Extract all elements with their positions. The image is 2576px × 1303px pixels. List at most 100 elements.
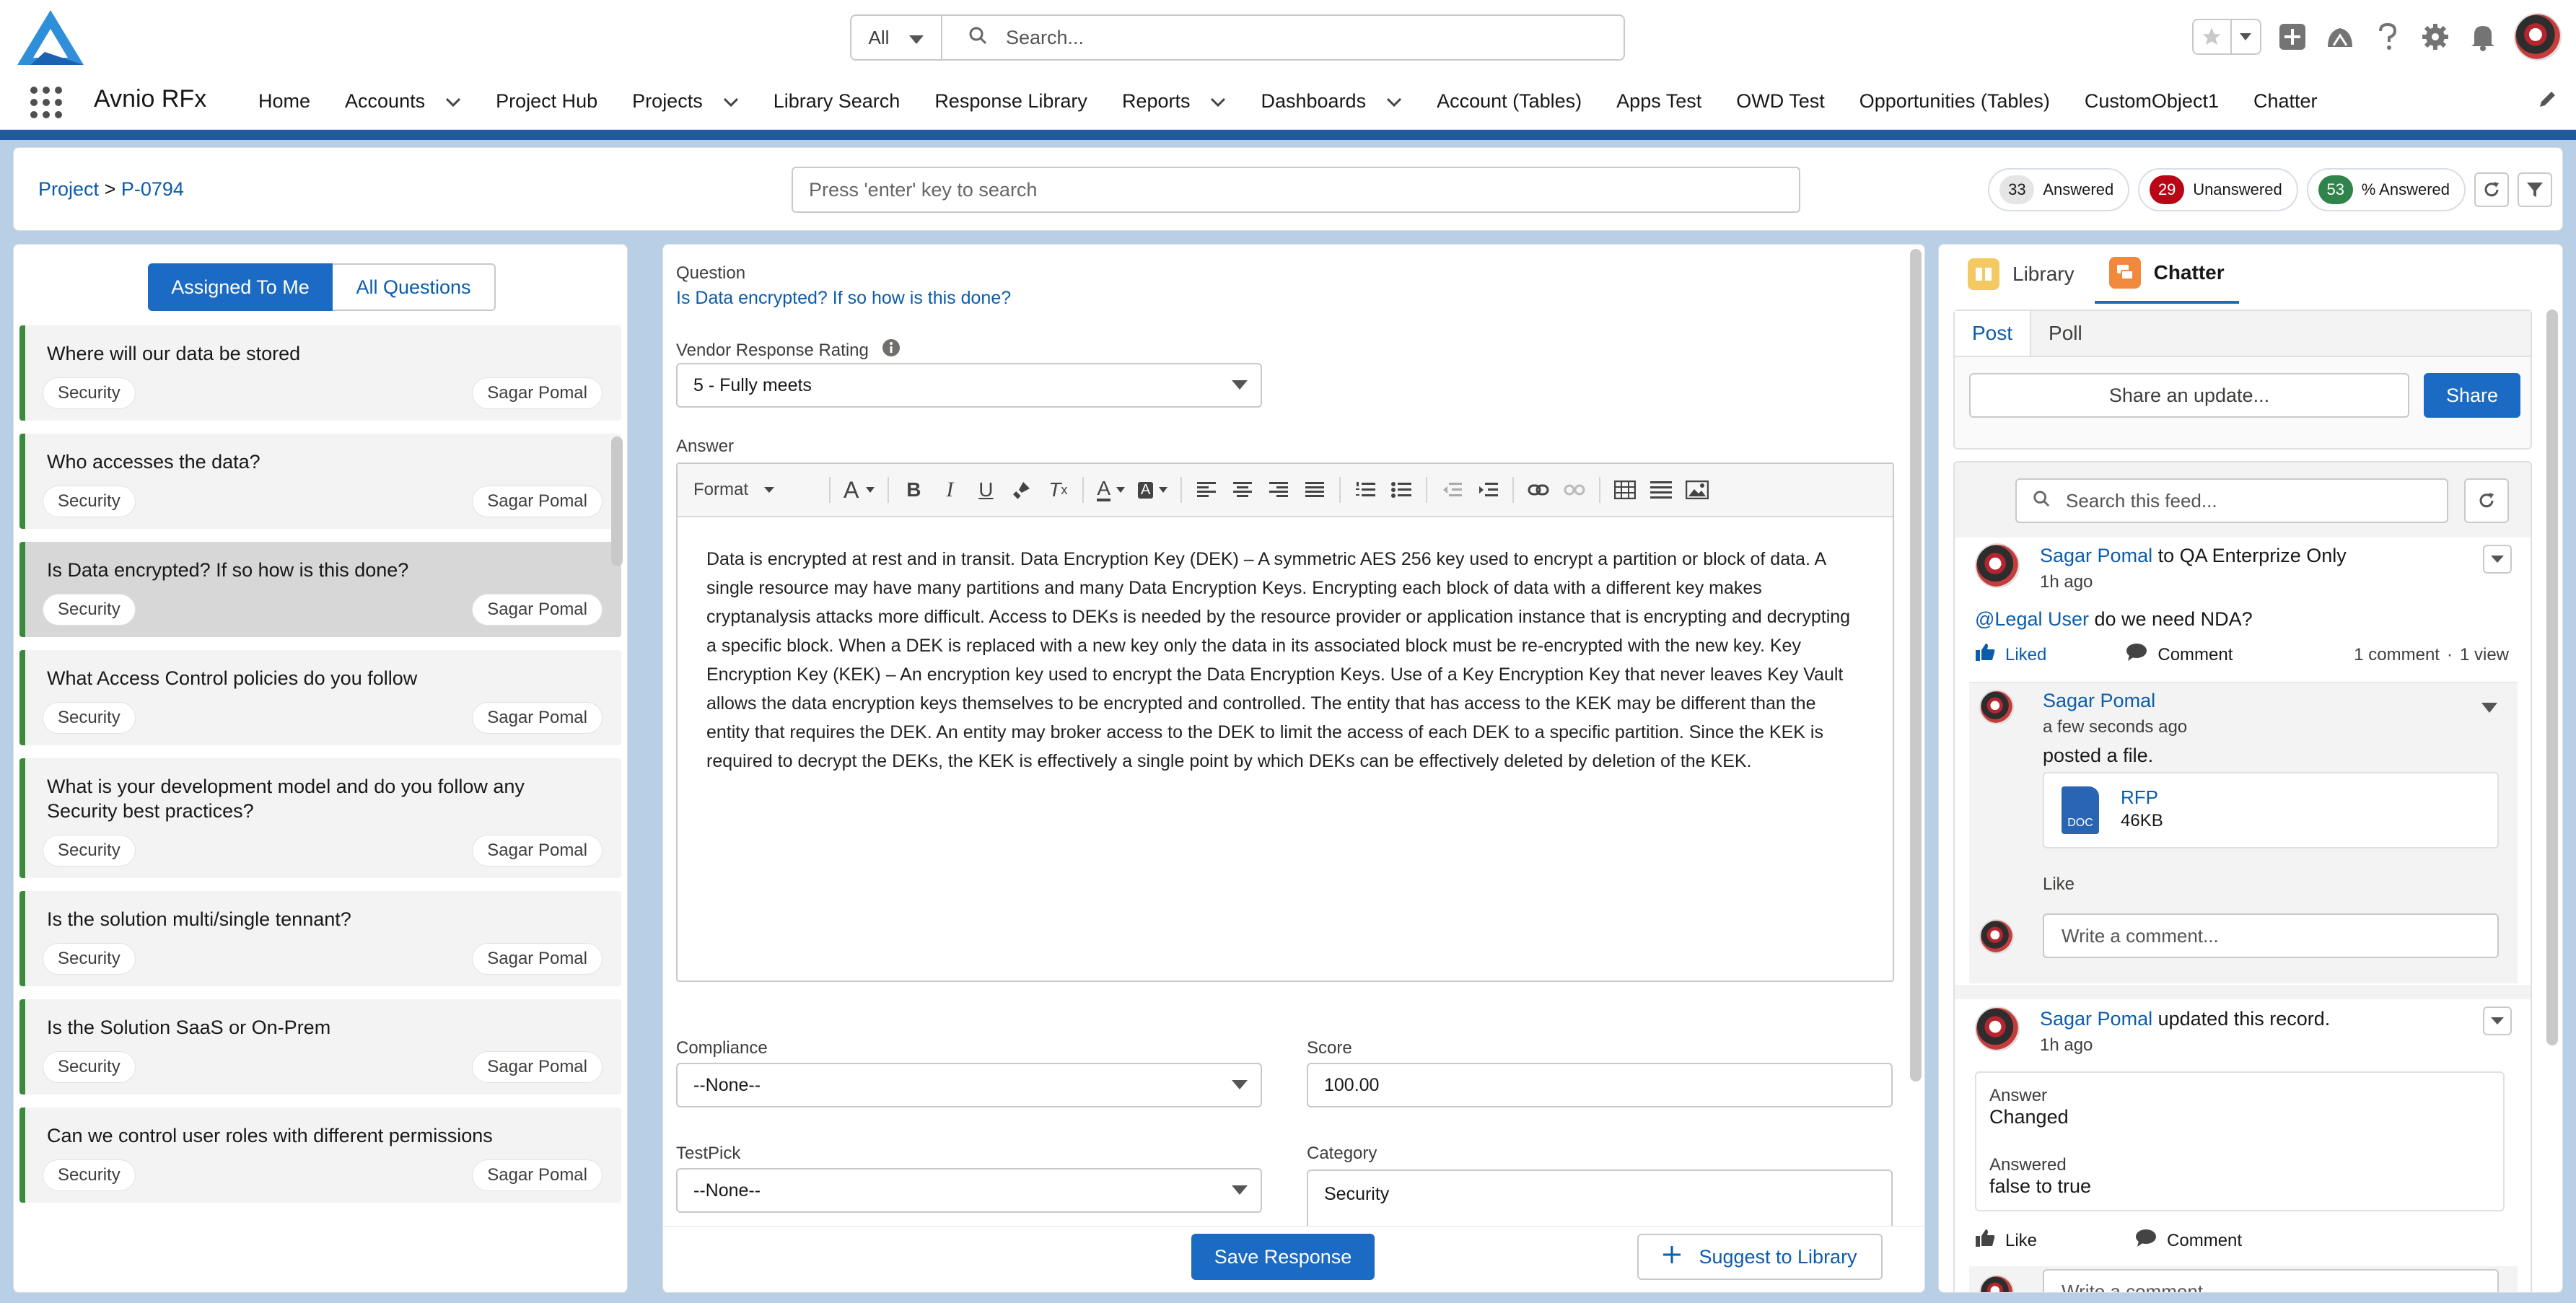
indent-icon[interactable]	[1476, 475, 1499, 504]
score-field[interactable]: 100.00	[1307, 1063, 1893, 1107]
user-avatar[interactable]	[2514, 13, 2562, 61]
commenter-link[interactable]: Sagar Pomal	[2043, 690, 2155, 712]
table-icon[interactable]	[1613, 475, 1637, 504]
post-menu-button[interactable]	[2483, 1006, 2512, 1035]
bullet-list-icon[interactable]	[1390, 475, 1413, 504]
format-painter-icon[interactable]	[1010, 475, 1033, 504]
link-icon[interactable]	[1527, 475, 1550, 504]
save-response-button[interactable]: Save Response	[1191, 1234, 1375, 1280]
nav-dashboards[interactable]: Dashboards	[1261, 90, 1402, 113]
testpick-select[interactable]: --None--	[676, 1168, 1262, 1213]
question-card[interactable]: What is your development model and do yo…	[19, 758, 621, 878]
comment-menu-icon[interactable]	[2481, 696, 2497, 718]
search-scope-select[interactable]: All	[851, 16, 942, 59]
clear-format-icon[interactable]: Tx	[1046, 475, 1069, 504]
underline-icon[interactable]: U	[974, 475, 997, 504]
nav-chatter[interactable]: Chatter	[2253, 90, 2318, 113]
tab-library[interactable]: Library	[1953, 245, 2089, 304]
author-avatar[interactable]	[1975, 543, 2020, 588]
nav-project-hub[interactable]: Project Hub	[496, 90, 597, 113]
vendor-rating-select[interactable]: 5 - Fully meets	[676, 363, 1262, 408]
chevron-down-icon[interactable]	[1386, 90, 1402, 113]
mention-link[interactable]: @Legal User	[1975, 608, 2089, 630]
question-card[interactable]: Is the solution multi/single tennant? Se…	[19, 891, 621, 986]
nav-customobject1[interactable]: CustomObject1	[2085, 90, 2219, 113]
outdent-icon[interactable]	[1440, 475, 1463, 504]
edit-nav-icon[interactable]	[2537, 88, 2559, 115]
comment-input[interactable]: Write a comment...	[2043, 913, 2499, 958]
bell-icon[interactable]	[2466, 20, 2500, 53]
refresh-button[interactable]	[2474, 172, 2509, 207]
avnio-logo[interactable]	[16, 7, 85, 68]
align-right-icon[interactable]	[1267, 475, 1290, 504]
info-icon[interactable]	[882, 338, 901, 362]
bold-icon[interactable]: B	[902, 475, 925, 504]
comment-input[interactable]: Write a comment...	[2043, 1269, 2499, 1292]
question-card[interactable]: Who accesses the data? Security Sagar Pom…	[19, 434, 621, 529]
nav-account-tables[interactable]: Account (Tables)	[1437, 90, 1582, 113]
category-field[interactable]: Security	[1307, 1170, 1893, 1234]
question-card[interactable]: Where will our data be stored Security Sa…	[19, 325, 621, 421]
refresh-feed-button[interactable]	[2464, 478, 2509, 523]
comment-button[interactable]: Comment	[2126, 643, 2233, 667]
nav-library-search[interactable]: Library Search	[774, 90, 901, 113]
share-update-input[interactable]: Share an update...	[1969, 373, 2409, 418]
comment-button[interactable]: Comment	[2135, 1229, 2242, 1252]
comment-like-button[interactable]: Like	[2043, 874, 2075, 895]
breadcrumb-current-link[interactable]: P-0794	[121, 178, 184, 200]
scrollbar[interactable]	[611, 436, 623, 566]
post-menu-button[interactable]	[2483, 545, 2512, 574]
nav-owd-test[interactable]: OWD Test	[1736, 90, 1825, 113]
like-button[interactable]: Like	[1975, 1229, 2037, 1252]
breadcrumb-project-link[interactable]: Project	[38, 178, 99, 200]
global-search[interactable]: All Search...	[850, 14, 1625, 61]
tab-chatter[interactable]: Chatter	[2094, 245, 2239, 304]
search-input[interactable]: Search...	[942, 16, 1624, 59]
image-icon[interactable]	[1686, 475, 1709, 504]
question-card[interactable]: Can we control user roles with different…	[19, 1107, 621, 1203]
commenter-avatar[interactable]	[1979, 690, 2014, 724]
help-icon[interactable]	[2371, 20, 2404, 53]
scrollbar[interactable]	[2546, 310, 2558, 1045]
nav-accounts[interactable]: Accounts	[345, 90, 461, 113]
unanswered-filter[interactable]: 29 Unanswered	[2138, 168, 2298, 211]
tab-poll[interactable]: Poll	[2031, 311, 2100, 356]
nav-opportunities-tables[interactable]: Opportunities (Tables)	[1859, 90, 2050, 113]
format-select[interactable]: Format	[693, 475, 816, 504]
file-name-link[interactable]: RFP	[2121, 786, 2158, 809]
author-avatar[interactable]	[1975, 1006, 2020, 1051]
filter-button[interactable]	[2518, 172, 2552, 207]
share-button[interactable]: Share	[2424, 373, 2520, 418]
answered-filter[interactable]: 33 Answered	[1988, 168, 2130, 211]
chevron-down-icon[interactable]	[2232, 20, 2260, 53]
horizontal-rule-icon[interactable]	[1650, 475, 1673, 504]
compliance-select[interactable]: --None--	[676, 1063, 1262, 1107]
justify-icon[interactable]	[1303, 475, 1326, 504]
nav-projects[interactable]: Projects	[632, 90, 739, 113]
highlight-color-icon[interactable]: A	[1138, 475, 1168, 504]
gear-icon[interactable]	[2419, 20, 2452, 53]
font-size-icon[interactable]: A	[844, 475, 875, 504]
nav-response-library[interactable]: Response Library	[934, 90, 1087, 113]
italic-icon[interactable]: I	[938, 475, 961, 504]
scrollbar[interactable]	[1910, 249, 1922, 1082]
align-left-icon[interactable]	[1195, 475, 1218, 504]
nav-reports[interactable]: Reports	[1122, 90, 1227, 113]
chevron-down-icon[interactable]	[723, 90, 739, 113]
tab-assigned-to-me[interactable]: Assigned To Me	[148, 263, 333, 311]
question-card[interactable]: Is the Solution SaaS or On-Prem Security…	[19, 999, 621, 1094]
trailhead-icon[interactable]	[2323, 20, 2357, 53]
suggest-to-library-button[interactable]: Suggest to Library	[1637, 1234, 1883, 1280]
question-search-input[interactable]: Press 'enter' key to search	[792, 167, 1800, 213]
file-attachment[interactable]: DOC RFP 46KB	[2043, 772, 2499, 848]
author-link[interactable]: Sagar Pomal	[2040, 545, 2152, 566]
question-card-selected[interactable]: Is Data encrypted? If so how is this don…	[19, 542, 621, 637]
percent-answered-filter[interactable]: 53 % Answered	[2306, 168, 2466, 211]
author-link[interactable]: Sagar Pomal	[2040, 1008, 2152, 1030]
tab-all-questions[interactable]: All Questions	[333, 263, 496, 311]
numbered-list-icon[interactable]	[1354, 475, 1377, 504]
chevron-down-icon[interactable]	[1210, 90, 1226, 113]
app-launcher-icon[interactable]	[30, 87, 62, 118]
add-icon[interactable]	[2276, 20, 2309, 53]
unlink-icon[interactable]	[1563, 475, 1586, 504]
